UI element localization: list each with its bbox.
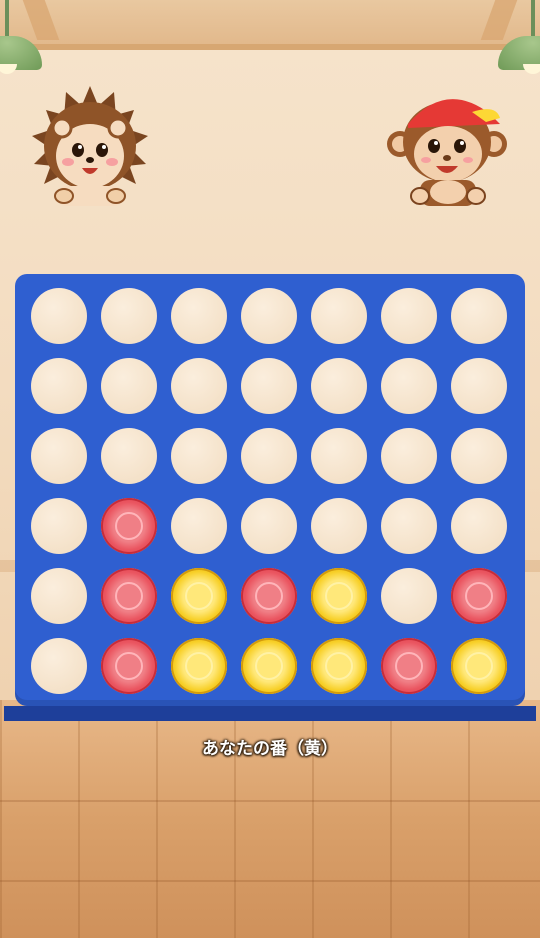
board-slot[interactable] xyxy=(381,358,437,414)
yellow-disc xyxy=(311,568,367,624)
board-slot[interactable] xyxy=(101,358,157,414)
board-slot[interactable] xyxy=(311,568,367,624)
board-slot[interactable] xyxy=(451,638,507,694)
board-slot[interactable] xyxy=(171,428,227,484)
board-slot[interactable] xyxy=(31,498,87,554)
board-slot[interactable] xyxy=(311,288,367,344)
board-base xyxy=(4,706,536,721)
board-slot[interactable] xyxy=(311,358,367,414)
board-slot[interactable] xyxy=(31,358,87,414)
board-slot[interactable] xyxy=(241,288,297,344)
board-slot[interactable] xyxy=(311,428,367,484)
board-slot[interactable] xyxy=(311,638,367,694)
board-slot[interactable] xyxy=(31,428,87,484)
board-slot[interactable] xyxy=(241,428,297,484)
board-slot[interactable] xyxy=(381,498,437,554)
floor-plank-line xyxy=(0,800,540,802)
ceiling-lamp-icon xyxy=(0,0,42,80)
board-slot[interactable] xyxy=(381,568,437,624)
board-slot[interactable] xyxy=(171,568,227,624)
yellow-disc xyxy=(171,638,227,694)
turn-status-text: あなたの番（黄） xyxy=(202,739,338,759)
board-slot[interactable] xyxy=(381,428,437,484)
hedgehog-player-avatar xyxy=(28,84,152,210)
board-slot[interactable] xyxy=(31,568,87,624)
board-slot[interactable] xyxy=(101,288,157,344)
board-slot[interactable] xyxy=(451,358,507,414)
red-disc xyxy=(101,638,157,694)
board-slot[interactable] xyxy=(101,568,157,624)
board-slot[interactable] xyxy=(31,288,87,344)
yellow-disc xyxy=(311,638,367,694)
board-slot[interactable] xyxy=(171,358,227,414)
red-disc xyxy=(101,498,157,554)
board-slot[interactable] xyxy=(31,638,87,694)
board-slot[interactable] xyxy=(241,498,297,554)
board-slot[interactable] xyxy=(171,498,227,554)
board-slot[interactable] xyxy=(101,498,157,554)
ceiling-lamp-icon xyxy=(498,0,540,80)
ceiling-beam xyxy=(0,0,540,50)
board-slot[interactable] xyxy=(241,638,297,694)
board-slot[interactable] xyxy=(381,288,437,344)
yellow-disc xyxy=(451,638,507,694)
board-slot[interactable] xyxy=(451,498,507,554)
yellow-disc xyxy=(241,638,297,694)
board-slot[interactable] xyxy=(241,568,297,624)
red-disc xyxy=(101,568,157,624)
board-slot[interactable] xyxy=(171,288,227,344)
red-disc xyxy=(451,568,507,624)
board-slot[interactable] xyxy=(101,638,157,694)
board-slot[interactable] xyxy=(381,638,437,694)
yellow-disc xyxy=(171,568,227,624)
monkey-player-avatar xyxy=(386,84,510,210)
connect-four-board[interactable] xyxy=(15,274,525,706)
floor-plank-line xyxy=(0,880,540,882)
board-grid[interactable] xyxy=(31,288,507,694)
board-slot[interactable] xyxy=(101,428,157,484)
board-slot[interactable] xyxy=(311,498,367,554)
red-disc xyxy=(241,568,297,624)
red-disc xyxy=(381,638,437,694)
board-slot[interactable] xyxy=(171,638,227,694)
board-slot[interactable] xyxy=(241,358,297,414)
board-slot[interactable] xyxy=(451,568,507,624)
board-slot[interactable] xyxy=(451,288,507,344)
board-slot[interactable] xyxy=(451,428,507,484)
